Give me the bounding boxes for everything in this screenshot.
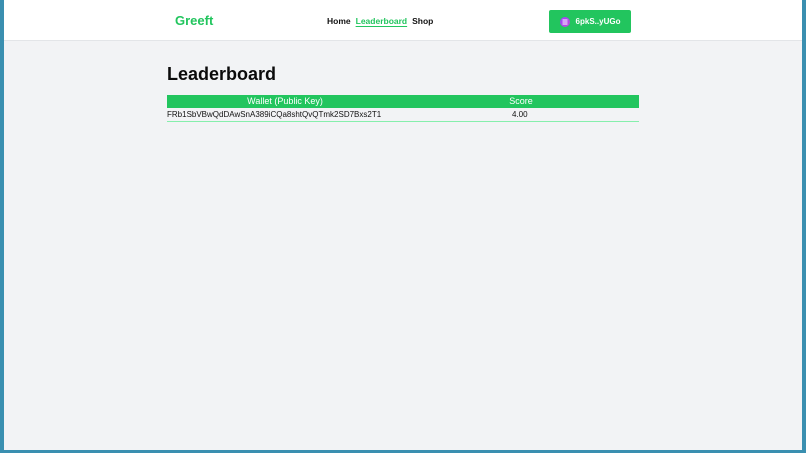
- nav-link-leaderboard[interactable]: Leaderboard: [356, 15, 408, 27]
- nav-links: Home Leaderboard Shop: [327, 15, 433, 27]
- page-title: Leaderboard: [167, 64, 277, 84]
- score-cell: 4.00: [512, 110, 528, 119]
- leaderboard-table: Wallet (Public Key) Score FRb1SbVBwQdDAw…: [167, 95, 639, 122]
- app-window: Greeft Home Leaderboard Shop 6pkS..yUGo …: [4, 0, 802, 450]
- column-header-score: Score: [509, 96, 533, 106]
- wallet-cell: FRb1SbVBwQdDAwSnA389iCQa8shtQvQTmk2SD7Bx…: [167, 110, 382, 119]
- wallet-address-label: 6pkS..yUGo: [575, 17, 621, 26]
- solana-wallet-icon: [559, 16, 570, 27]
- navbar: Greeft Home Leaderboard Shop 6pkS..yUGo: [4, 0, 802, 41]
- wallet-button[interactable]: 6pkS..yUGo: [549, 10, 631, 33]
- column-header-wallet: Wallet (Public Key): [247, 96, 323, 106]
- brand-logo[interactable]: Greeft: [175, 13, 213, 29]
- table-row: FRb1SbVBwQdDAwSnA389iCQa8shtQvQTmk2SD7Bx…: [167, 108, 639, 122]
- table-header: Wallet (Public Key) Score: [167, 95, 639, 108]
- nav-link-shop[interactable]: Shop: [412, 15, 433, 27]
- nav-link-home[interactable]: Home: [327, 15, 351, 27]
